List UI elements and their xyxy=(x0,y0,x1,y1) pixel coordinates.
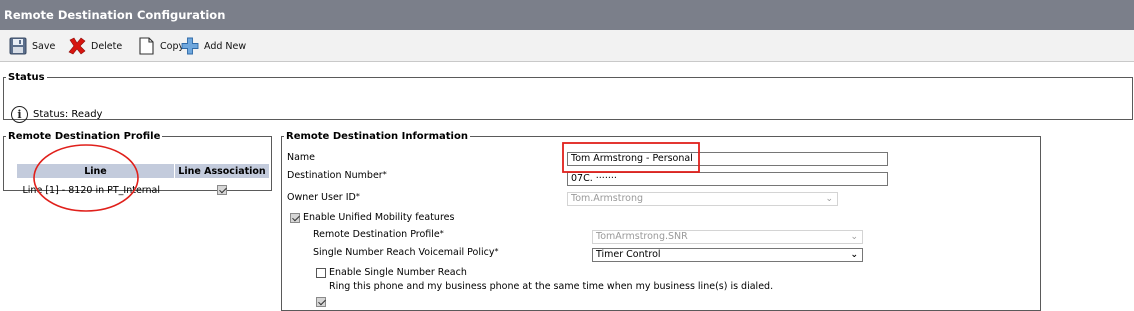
name-field[interactable]: Tom Armstrong - Personal xyxy=(567,152,888,166)
unified-mobility-row: Enable Unified Mobility features xyxy=(290,212,454,223)
name-label: Name xyxy=(287,152,316,163)
required-marker: * xyxy=(439,229,444,238)
info-legend: Remote Destination Information xyxy=(286,131,468,142)
required-marker: * xyxy=(355,192,360,201)
delete-icon xyxy=(68,37,86,55)
status-legend: Status xyxy=(8,72,45,83)
profile-legend: Remote Destination Profile xyxy=(8,131,161,142)
add-icon xyxy=(181,37,199,55)
voicemail-policy-label: Single Number Reach Voicemail Policy* xyxy=(313,247,499,258)
save-icon xyxy=(9,37,27,55)
remote-destination-profile-section: Remote Destination Profile Line Line Ass… xyxy=(3,131,272,196)
info-icon: i xyxy=(11,106,28,123)
chevron-down-icon: ⌄ xyxy=(850,250,858,260)
chevron-down-icon: ⌄ xyxy=(850,232,858,242)
status-text: Status: Ready xyxy=(33,109,103,120)
unified-mobility-checkbox[interactable] xyxy=(290,212,300,223)
owner-user-id-value: Tom.Armstrong xyxy=(571,193,644,204)
status-row: i Status: Ready xyxy=(11,106,102,123)
copy-button[interactable]: Copy xyxy=(136,36,184,56)
copy-icon xyxy=(139,37,154,55)
single-number-reach-checkbox[interactable] xyxy=(316,267,326,278)
column-header-line: Line xyxy=(16,163,175,179)
line-association-cell xyxy=(175,179,270,202)
line-link[interactable]: Line [1] - 8120 in PT_Internal xyxy=(17,179,175,202)
delete-button[interactable]: Delete xyxy=(67,36,122,56)
next-option-checkbox[interactable] xyxy=(316,297,326,307)
owner-user-id-select[interactable]: Tom.Armstrong ⌄ xyxy=(567,192,838,206)
remote-destination-profile-select[interactable]: TomArmstrong.SNR ⌄ xyxy=(592,230,863,244)
add-new-label: Add New xyxy=(204,40,247,52)
destination-number-label: Destination Number* xyxy=(287,170,387,181)
single-number-reach-row: Enable Single Number Reach xyxy=(316,267,467,278)
owner-user-id-label: Owner User ID* xyxy=(287,192,360,203)
save-label: Save xyxy=(32,40,56,52)
page-title: Remote Destination Configuration xyxy=(0,0,1134,30)
line-table: Line Line Association Line [1] - 8120 in… xyxy=(16,163,270,201)
add-new-button[interactable]: Add New xyxy=(180,36,246,56)
status-section: Status i Status: Ready xyxy=(3,72,1133,123)
voicemail-policy-select[interactable]: Timer Control ⌄ xyxy=(592,248,863,262)
single-number-reach-description: Ring this phone and my business phone at… xyxy=(329,281,774,292)
required-marker: * xyxy=(494,247,499,256)
toolbar: Save Delete Copy Add New xyxy=(0,30,1134,62)
remote-destination-profile-value: TomArmstrong.SNR xyxy=(596,231,688,242)
chevron-down-icon: ⌄ xyxy=(825,194,833,204)
line-association-checkbox[interactable] xyxy=(217,185,227,195)
remote-destination-profile-label: Remote Destination Profile* xyxy=(313,229,444,240)
destination-number-field[interactable]: 07C. ······· xyxy=(567,172,888,186)
required-marker: * xyxy=(382,170,387,179)
column-header-line-association: Line Association xyxy=(174,163,270,179)
single-number-reach-label: Enable Single Number Reach xyxy=(329,267,467,278)
delete-label: Delete xyxy=(91,40,123,52)
save-button[interactable]: Save xyxy=(8,36,55,56)
next-option-row xyxy=(316,297,326,308)
table-row: Line [1] - 8120 in PT_Internal xyxy=(17,179,270,202)
voicemail-policy-value: Timer Control xyxy=(596,249,661,260)
unified-mobility-label: Enable Unified Mobility features xyxy=(303,212,455,223)
